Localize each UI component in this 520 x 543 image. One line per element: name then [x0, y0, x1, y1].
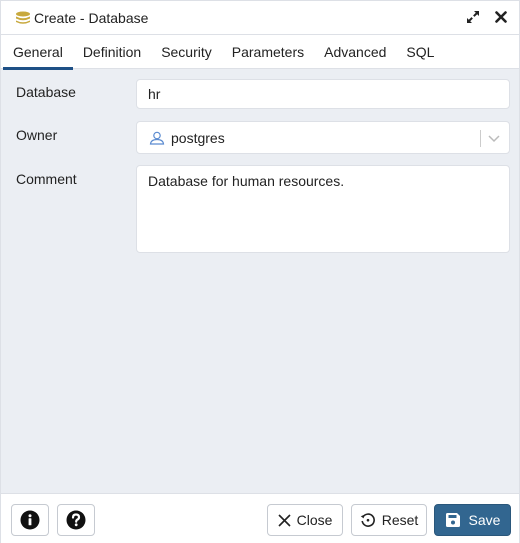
maximize-button[interactable]	[465, 9, 481, 25]
dialog-titlebar[interactable]: Create - Database	[1, 1, 519, 35]
tab-definition[interactable]: Definition	[73, 35, 151, 69]
owner-label: Owner	[16, 127, 58, 143]
tab-sql[interactable]: SQL	[396, 35, 444, 69]
close-dialog-button[interactable]	[493, 9, 509, 25]
close-label: Close	[296, 512, 333, 528]
owner-value: postgres	[171, 129, 225, 146]
save-label: Save	[468, 512, 501, 528]
save-button[interactable]: Save	[434, 504, 511, 536]
tab-parameters[interactable]: Parameters	[222, 35, 314, 69]
reset-icon	[360, 513, 375, 527]
comment-textarea[interactable]: Database for human resources.	[136, 165, 510, 253]
dialog-footer: Close Reset Save	[1, 493, 519, 543]
expand-arrows-icon	[467, 11, 479, 23]
database-label: Database	[16, 84, 76, 100]
dialog-title: Create - Database	[34, 9, 149, 26]
reset-button[interactable]: Reset	[351, 504, 427, 536]
chevron-down-icon[interactable]	[487, 131, 501, 145]
database-name-input[interactable]: hr	[136, 79, 510, 109]
database-icon	[16, 11, 30, 24]
save-icon	[445, 513, 460, 527]
user-icon	[149, 131, 165, 145]
tab-bar: General Definition Security Parameters A…	[1, 35, 519, 70]
owner-select[interactable]: postgres	[136, 121, 510, 154]
tab-security[interactable]: Security	[151, 35, 222, 69]
info-button[interactable]	[11, 504, 49, 536]
close-x-icon	[495, 11, 507, 23]
create-database-dialog: Create - Database General Definition Sec…	[0, 0, 520, 543]
help-button[interactable]	[57, 504, 95, 536]
select-separator	[480, 130, 481, 147]
question-circle-icon	[66, 510, 86, 530]
reset-label: Reset	[381, 512, 419, 528]
comment-label: Comment	[16, 171, 77, 187]
close-x-icon	[278, 513, 291, 527]
tab-general[interactable]: General	[3, 35, 73, 70]
tab-advanced[interactable]: Advanced	[314, 35, 396, 69]
info-circle-icon	[20, 510, 40, 530]
close-button[interactable]: Close	[267, 504, 343, 536]
